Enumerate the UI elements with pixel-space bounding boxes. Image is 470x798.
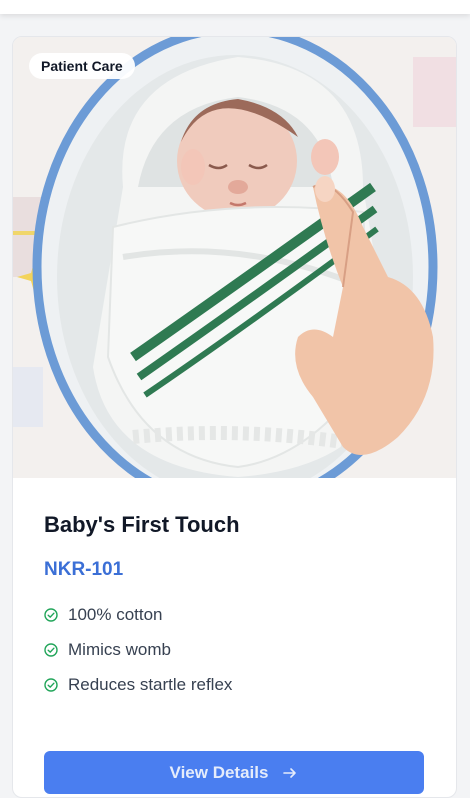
product-code[interactable]: NKR-101	[44, 559, 123, 581]
top-bar	[0, 0, 470, 14]
arrow-right-icon	[283, 767, 297, 778]
view-details-label: View Details	[169, 762, 269, 782]
swaddled-baby-illustration	[13, 37, 456, 478]
feature-item: Reduces startle reflex	[44, 667, 232, 702]
view-details-button[interactable]: View Details	[44, 751, 424, 794]
check-circle-icon	[44, 642, 58, 657]
feature-item: Mimics womb	[44, 632, 232, 667]
feature-text: Reduces startle reflex	[68, 674, 233, 694]
product-image: Patient Care	[13, 37, 456, 478]
check-circle-icon	[44, 677, 58, 692]
feature-list: 100% cotton Mimics womb Reduces startle …	[44, 597, 232, 702]
feature-text: 100% cotton	[68, 604, 163, 624]
feature-item: 100% cotton	[44, 597, 232, 632]
category-badge: Patient Care	[29, 53, 135, 79]
product-title: Baby's First Touch	[44, 512, 240, 537]
check-circle-icon	[44, 607, 58, 622]
product-card: Patient Care Baby's First Touch NKR-101 …	[12, 36, 457, 798]
feature-text: Mimics womb	[68, 639, 171, 659]
